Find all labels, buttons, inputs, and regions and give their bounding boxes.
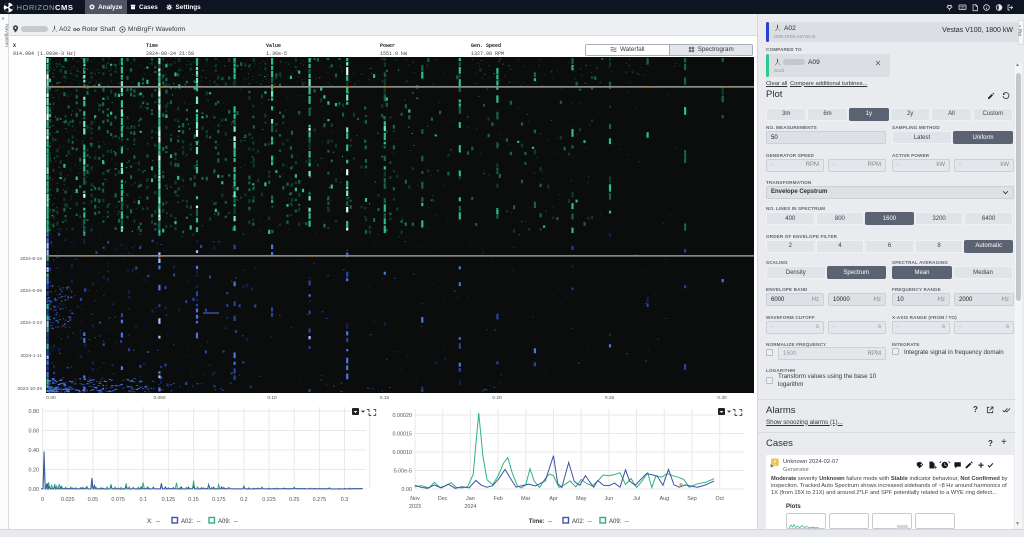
svg-text:A09: --: A09: --: [609, 519, 629, 525]
svg-text:0.15: 0.15: [188, 497, 199, 503]
svg-text:Mar: Mar: [521, 496, 530, 502]
svg-text:0.00015: 0.00015: [393, 432, 413, 438]
svg-text:0.80: 0.80: [29, 409, 40, 415]
svg-text:0.60: 0.60: [29, 429, 40, 435]
svg-text:Oct: Oct: [716, 496, 725, 502]
svg-text:Dec: Dec: [438, 496, 448, 502]
svg-text:A02: --: A02: --: [181, 519, 201, 525]
svg-text:0.00010: 0.00010: [393, 450, 413, 456]
svg-text:Sep: Sep: [687, 496, 697, 502]
svg-text:0.125: 0.125: [162, 497, 176, 503]
svg-text:0.275: 0.275: [313, 497, 327, 503]
svg-text:0.00020: 0.00020: [393, 413, 413, 419]
svg-text:A02: --: A02: --: [572, 519, 592, 525]
svg-text:0.20: 0.20: [29, 468, 40, 474]
svg-text:2024: 2024: [464, 504, 476, 510]
svg-text:0: 0: [41, 497, 44, 503]
svg-text:0.3: 0.3: [341, 497, 349, 503]
svg-text:0.075: 0.075: [111, 497, 125, 503]
svg-text:Jul: Jul: [633, 496, 640, 502]
svg-text:0.25: 0.25: [289, 497, 300, 503]
svg-text:0.40: 0.40: [29, 448, 40, 454]
svg-text:0.00: 0.00: [402, 487, 413, 493]
svg-text:0.05: 0.05: [88, 497, 99, 503]
svg-text:0.2: 0.2: [240, 497, 248, 503]
svg-text:5.00e-5: 5.00e-5: [394, 469, 412, 475]
svg-text:0.225: 0.225: [262, 497, 276, 503]
svg-text:0.025: 0.025: [61, 497, 75, 503]
svg-text:Time: --: Time: --: [529, 519, 552, 525]
svg-text:X: --: X: --: [147, 519, 160, 525]
svg-text:0.00: 0.00: [29, 487, 40, 493]
svg-text:Jan: Jan: [466, 496, 475, 502]
svg-text:Nov: Nov: [410, 496, 420, 502]
svg-text:Jun: Jun: [605, 496, 614, 502]
svg-text:0.1: 0.1: [139, 497, 147, 503]
svg-text:May: May: [576, 496, 586, 502]
svg-text:A09: --: A09: --: [218, 519, 238, 525]
svg-text:Aug: Aug: [660, 496, 670, 502]
svg-text:2023: 2023: [409, 504, 421, 510]
svg-text:0.175: 0.175: [212, 497, 226, 503]
svg-text:Apr: Apr: [549, 496, 558, 502]
svg-text:Feb: Feb: [493, 496, 502, 502]
